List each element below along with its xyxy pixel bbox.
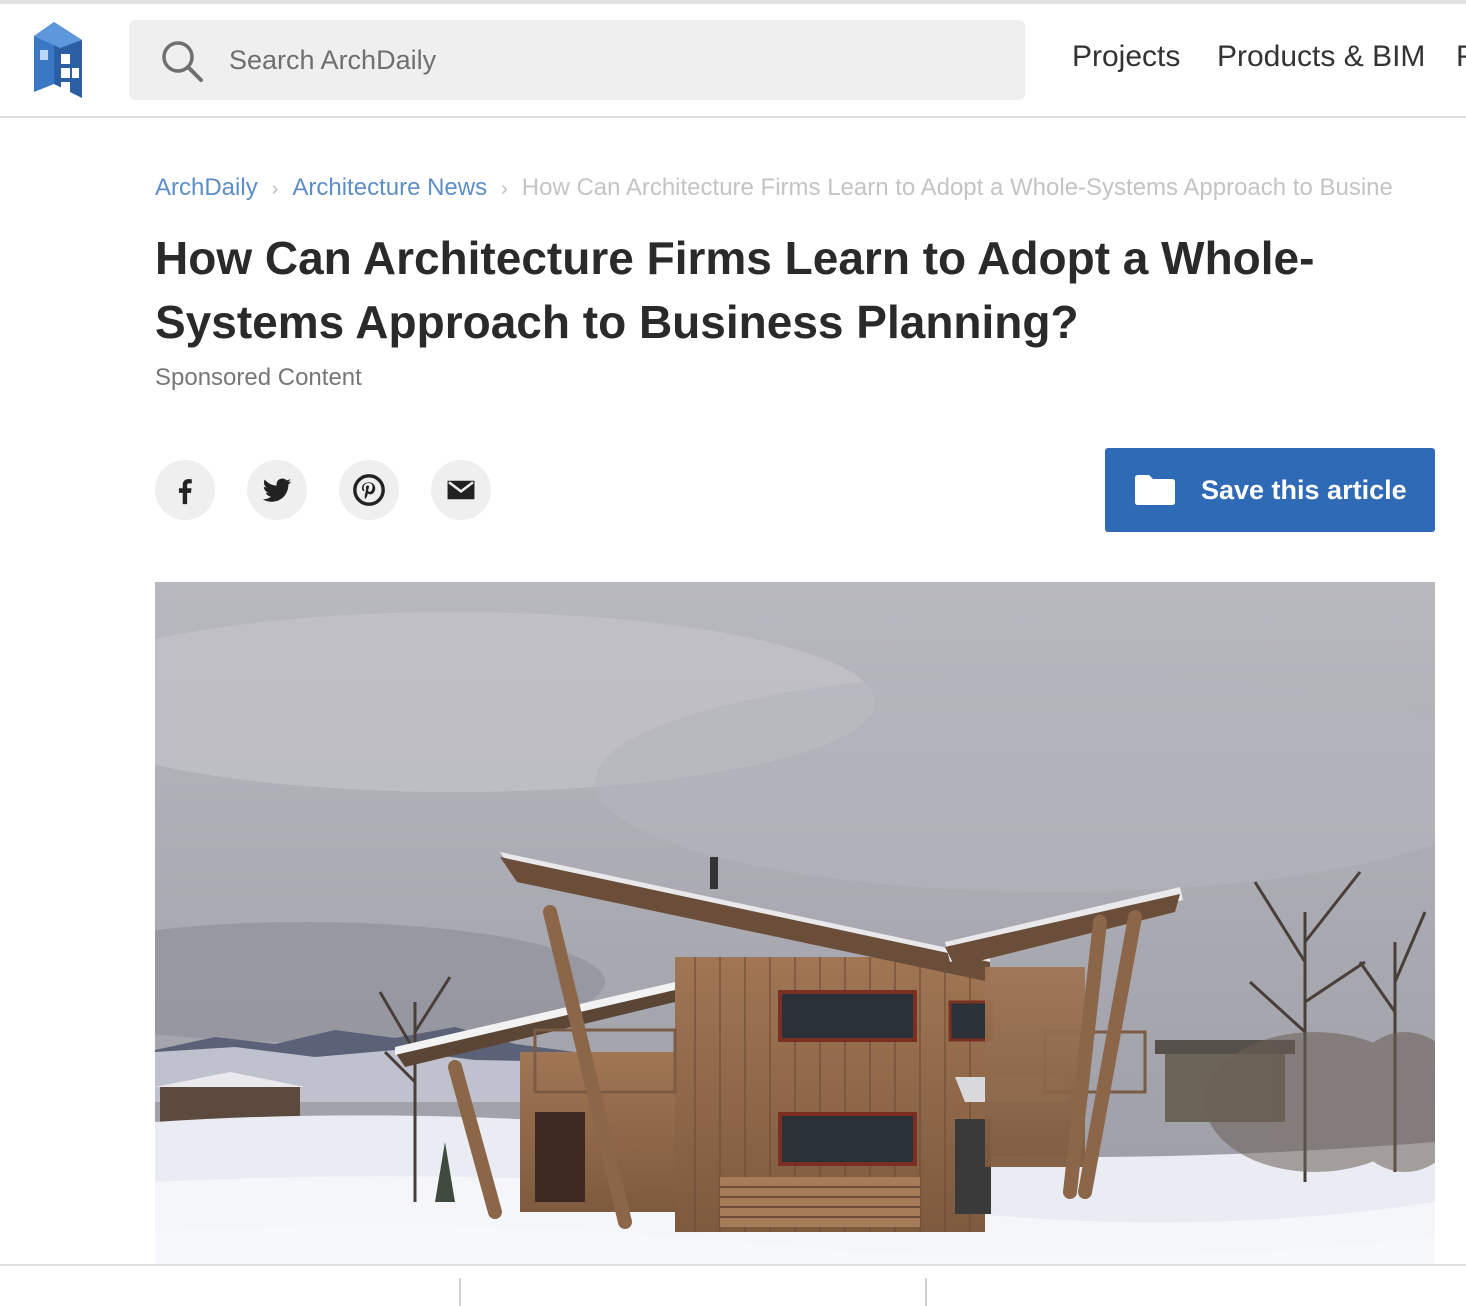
toolbar-divider <box>925 1278 927 1306</box>
pinterest-icon <box>353 474 385 506</box>
nav-item-truncated[interactable]: F <box>1456 40 1466 74</box>
search-input[interactable] <box>229 20 989 100</box>
nav-products-bim[interactable]: Products & BIM <box>1217 40 1425 74</box>
chevron-right-icon: › <box>501 178 508 200</box>
bottom-toolbar <box>0 1264 1466 1306</box>
share-twitter-button[interactable] <box>247 460 307 520</box>
chevron-right-icon: › <box>271 178 279 200</box>
search-icon <box>159 38 205 84</box>
breadcrumb-current: How Can Architecture Firms Learn to Adop… <box>521 174 1393 201</box>
facebook-icon <box>178 479 192 505</box>
share-email-button[interactable] <box>431 460 491 520</box>
email-icon <box>447 480 475 500</box>
search-bar[interactable] <box>129 20 1025 100</box>
save-article-button[interactable]: Save this article <box>1105 448 1435 532</box>
nav-projects[interactable]: Projects <box>1072 40 1180 74</box>
archdaily-logo[interactable] <box>30 18 86 100</box>
breadcrumb: ArchDaily › Architecture News › How Can Arch… <box>155 174 1445 202</box>
twitter-icon <box>262 478 292 502</box>
folder-icon <box>1135 475 1175 505</box>
share-pinterest-button[interactable] <box>339 460 399 520</box>
article-title: How Can Architecture Firms Learn to Adop… <box>155 232 1315 348</box>
site-header: Projects Products & BIM F <box>0 4 1466 118</box>
breadcrumb-section[interactable]: Architecture News <box>292 174 487 201</box>
article-subtitle: Sponsored Content <box>155 364 362 391</box>
hero-image[interactable] <box>155 582 1435 1264</box>
share-facebook-button[interactable] <box>155 460 215 520</box>
breadcrumb-home[interactable]: ArchDaily <box>155 174 258 201</box>
save-article-label: Save this article <box>1201 474 1407 505</box>
toolbar-divider <box>459 1278 461 1306</box>
